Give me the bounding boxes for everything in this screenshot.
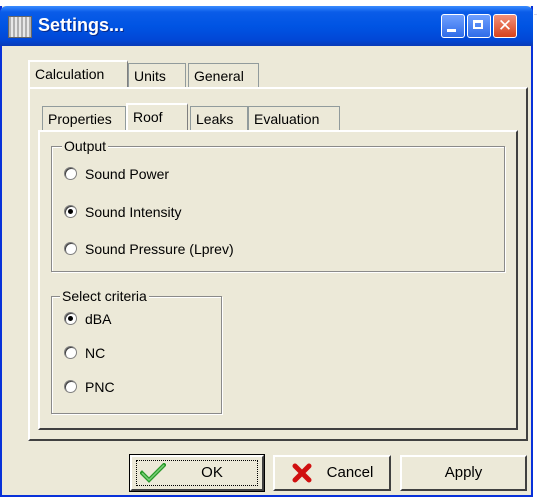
title-bar[interactable]: Settings... ✕ <box>0 6 533 46</box>
radio-button[interactable] <box>64 312 77 325</box>
tab-label: Leaks <box>196 111 234 127</box>
calculation-panel: Properties Roof Leaks Evaluation Output … <box>28 87 528 441</box>
button-label: Apply <box>444 464 483 481</box>
output-groupbox: Output Sound Power Sound Intensity Sound… <box>51 138 505 272</box>
tab-roof[interactable]: Roof <box>126 103 188 130</box>
output-group-title: Output <box>62 138 109 154</box>
cancel-x-icon <box>292 463 312 483</box>
radio-label: Sound Intensity <box>85 204 182 220</box>
tab-label: General <box>194 68 244 84</box>
tab-leaks[interactable]: Leaks <box>190 106 248 130</box>
radio-button[interactable] <box>64 380 77 393</box>
radio-button[interactable] <box>64 167 77 180</box>
minimize-button[interactable] <box>441 14 465 38</box>
criteria-group-title: Select criteria <box>60 288 149 304</box>
close-icon: ✕ <box>497 16 513 35</box>
button-label: Cancel <box>326 464 374 481</box>
tab-label: Calculation <box>35 66 105 82</box>
app-icon <box>8 16 32 38</box>
tab-evaluation[interactable]: Evaluation <box>248 106 340 130</box>
maximize-button[interactable] <box>467 14 491 38</box>
roof-panel: Output Sound Power Sound Intensity Sound… <box>38 130 518 430</box>
radio-label: Sound Pressure (Lprev) <box>85 241 234 257</box>
tab-label: Roof <box>133 109 163 125</box>
radio-button[interactable] <box>64 205 77 218</box>
criteria-groupbox: Select criteria dBA NC PNC <box>51 288 222 414</box>
radio-label: PNC <box>85 379 115 395</box>
tab-calculation[interactable]: Calculation <box>28 60 128 87</box>
radio-label: dBA <box>85 311 112 327</box>
radio-button[interactable] <box>64 346 77 359</box>
settings-dialog: Settings... ✕ Calculation Units General … <box>0 6 533 497</box>
tab-label: Units <box>134 68 166 84</box>
window-title: Settings... <box>38 15 125 35</box>
tab-label: Properties <box>48 111 112 127</box>
radio-label: NC <box>85 345 106 361</box>
tab-properties[interactable]: Properties <box>42 106 126 130</box>
cancel-button[interactable]: Cancel <box>273 455 391 491</box>
close-button[interactable]: ✕ <box>493 14 517 38</box>
button-label: OK <box>201 464 223 481</box>
tab-label: Evaluation <box>254 111 320 127</box>
radio-button[interactable] <box>64 242 77 255</box>
ok-button[interactable]: OK <box>129 454 265 492</box>
tab-general[interactable]: General <box>188 63 259 87</box>
radio-label: Sound Power <box>85 166 170 182</box>
apply-button[interactable]: Apply <box>400 455 527 491</box>
tab-units[interactable]: Units <box>128 63 186 87</box>
